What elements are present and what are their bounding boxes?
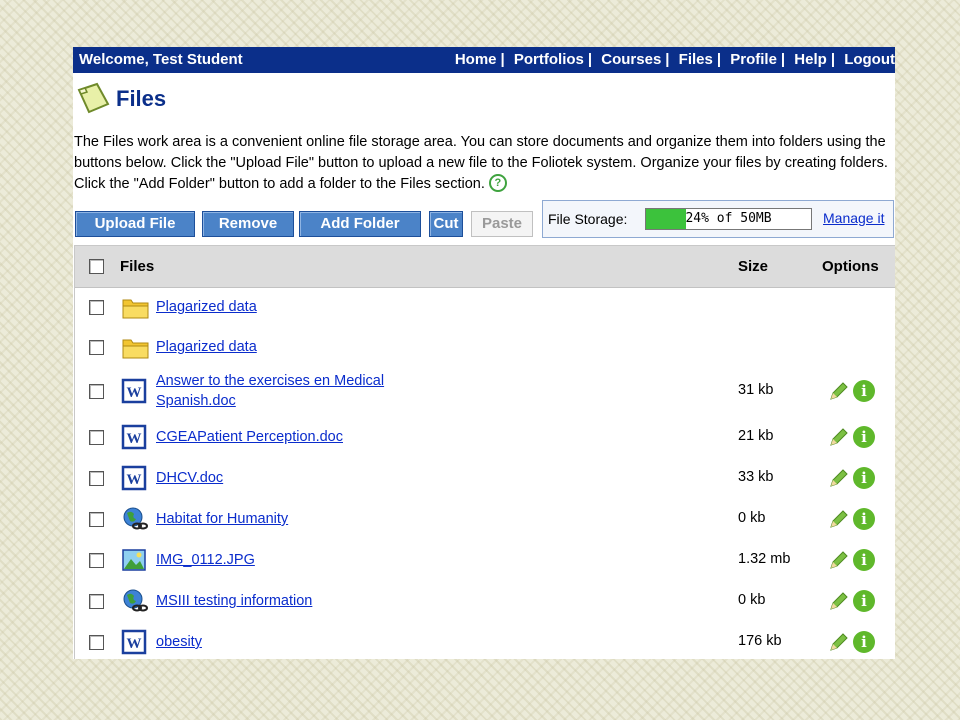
info-icon[interactable]: i [853,590,875,612]
file-name-link[interactable]: MSIII testing information [156,591,426,611]
file-row: IMG_0112.JPG 1.32 mb i [75,540,895,580]
row-checkbox[interactable] [89,553,104,568]
nav-help[interactable]: Help [794,51,827,68]
file-list: Files Size Options Plagarized data Plagar… [74,245,895,659]
edit-pencil-icon[interactable] [828,426,850,448]
word-doc-icon: W [121,424,147,450]
storage-progress-bar: 24% of 50MB [645,208,812,230]
edit-pencil-icon[interactable] [828,467,850,489]
edit-pencil-icon[interactable] [828,631,850,653]
files-column-header: Files [120,258,155,275]
storage-usage-text: 24% of 50MB [685,211,772,226]
select-all-checkbox[interactable] [89,259,104,274]
image-file-icon [121,547,147,573]
file-row: Plagarized data [75,327,895,367]
file-row: Wobesity 176 kb i [75,622,895,659]
svg-text:W: W [127,431,142,447]
svg-text:W: W [127,385,142,401]
file-size: 0 kb [738,592,766,608]
file-row: W Answer to the exercises en Medical Span… [75,371,895,411]
paste-button: Paste [471,211,533,237]
file-name-link[interactable]: Plagarized data [156,337,426,357]
page-title: Files [116,86,167,111]
web-link-icon [121,506,148,532]
nav-logout[interactable]: Logout [844,51,895,68]
file-size: 31 kb [738,382,774,398]
row-checkbox[interactable] [89,300,104,315]
file-size: 21 kb [738,428,774,444]
row-checkbox[interactable] [89,384,104,399]
file-row: W DHCV.doc 33 kb i [75,458,895,498]
info-icon[interactable]: i [853,426,875,448]
app-window: Welcome, Test Student Home | Portfolios | … [73,47,895,659]
manage-storage-link[interactable]: Manage it [823,210,884,226]
cut-button[interactable]: Cut [429,211,463,237]
file-name-link[interactable]: CGEAPatient Perception.doc [156,427,426,447]
web-link-icon [121,588,148,614]
row-checkbox[interactable] [89,471,104,486]
file-row: W CGEAPatient Perception.doc 21 kb i [75,417,895,457]
files-section-icon [77,82,110,114]
nav-separator: | [716,51,722,68]
info-icon[interactable]: i [853,467,875,489]
edit-pencil-icon[interactable] [828,508,850,530]
nav-separator: | [500,51,505,68]
info-icon[interactable]: i [853,549,875,571]
help-icon[interactable]: ? [488,174,507,192]
nav-separator: | [587,51,593,68]
file-row: MSIII testing information 0 kb i [75,581,895,621]
size-column-header: Size [738,258,769,275]
folder-icon [121,334,149,360]
file-storage-panel: File Storage: 24% of 50MB Manage it [542,200,894,238]
edit-pencil-icon[interactable] [828,380,850,402]
file-name-link[interactable]: IMG_0112.JPG [156,550,426,570]
row-checkbox[interactable] [89,430,104,445]
word-doc-icon: W [121,465,147,491]
nav-home[interactable]: Home [455,51,497,68]
file-name-link[interactable]: Habitat for Humanity [156,509,426,529]
edit-pencil-icon[interactable] [828,590,850,612]
file-row: Habitat for Humanity 0 kb i [75,499,895,539]
row-checkbox[interactable] [89,594,104,609]
nav-portfolios[interactable]: Portfolios [514,51,584,68]
file-size: 33 kb [738,469,774,485]
info-icon[interactable]: i [853,508,875,530]
word-doc-icon: W [121,629,147,655]
folder-icon [121,294,149,320]
word-doc-icon: W [121,378,147,404]
file-size: 1.32 mb [738,551,791,567]
file-name-link[interactable]: Plagarized data [156,297,426,317]
nav-separator: | [665,51,670,68]
intro-paragraph: The Files work area is a convenient onli… [74,134,888,192]
edit-pencil-icon[interactable] [828,549,850,571]
top-nav-bar: Welcome, Test Student Home | Portfolios | … [73,47,895,73]
upload-file-button[interactable]: Upload File [75,211,195,237]
file-name-link[interactable]: obesity [156,632,426,652]
file-list-header: Files Size Options [75,246,895,288]
intro-text: The Files work area is a convenient onli… [74,132,895,195]
nav-courses[interactable]: Courses [601,51,661,68]
info-icon[interactable]: i [853,380,875,402]
row-checkbox[interactable] [89,340,104,355]
row-checkbox[interactable] [89,635,104,650]
storage-label: File Storage: [548,211,628,227]
file-size: 176 kb [738,633,782,649]
nav-profile[interactable]: Profile [730,51,777,68]
main-nav: Home | Portfolios | Courses | Files | Profil… [455,51,895,68]
add-folder-button[interactable]: Add Folder [299,211,421,237]
row-checkbox[interactable] [89,512,104,527]
file-name-link[interactable]: DHCV.doc [156,468,426,488]
file-name-link[interactable]: Answer to the exercises en Medical Spani… [156,371,426,411]
options-column-header: Options [822,258,879,275]
remove-button[interactable]: Remove [202,211,294,237]
file-size: 0 kb [738,510,766,526]
info-icon[interactable]: i [853,631,875,653]
nav-separator: | [830,51,836,68]
svg-text:W: W [127,472,142,488]
svg-text:W: W [127,636,142,652]
welcome-text: Welcome, Test Student [79,51,243,68]
nav-files[interactable]: Files [679,51,713,68]
file-row: Plagarized data [75,287,895,327]
nav-separator: | [780,51,786,68]
